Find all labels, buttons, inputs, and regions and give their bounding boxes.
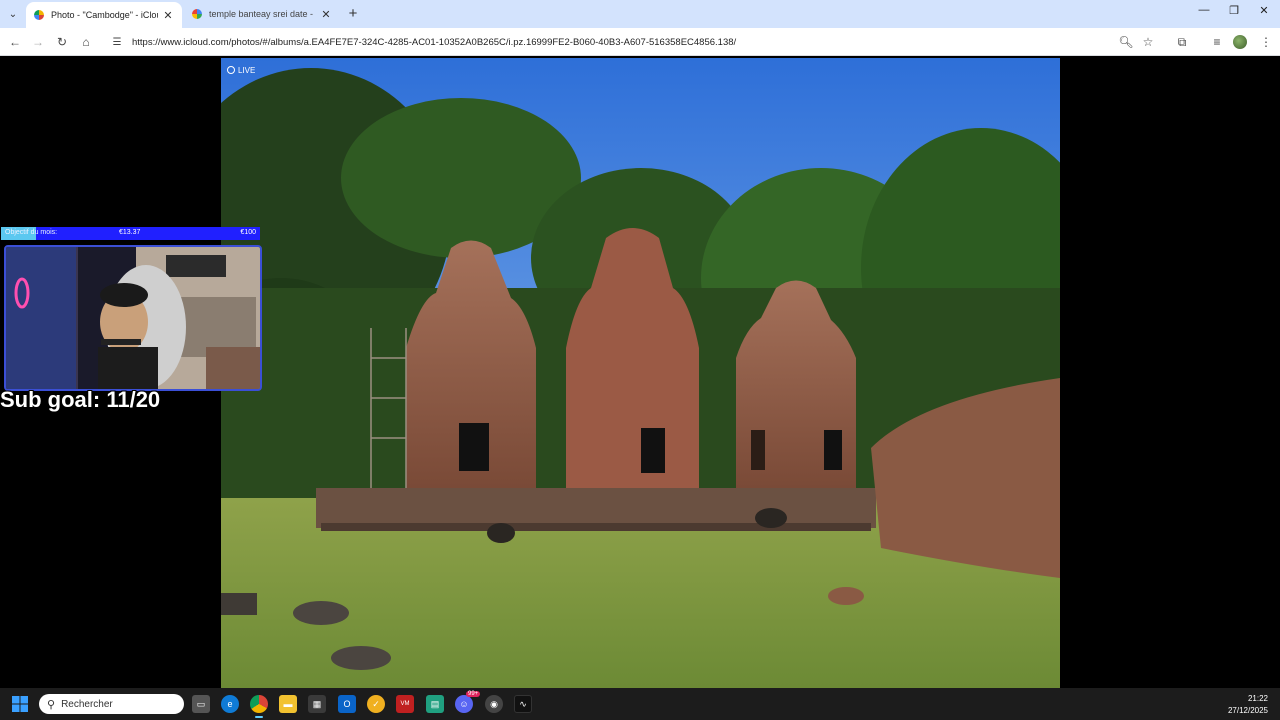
extensions-puzzle-icon[interactable]: ⧉ [1173, 33, 1191, 51]
restore-icon[interactable]: ❐ [1227, 4, 1241, 17]
clock-date: 27/12/2025 [1227, 706, 1268, 715]
tab-google-search[interactable]: temple banteay srei date - Rech ✕ [184, 2, 340, 26]
live-label: LIVE [238, 65, 256, 75]
goal-label: Objectif du mois: [5, 229, 58, 236]
clock-time: 21:22 [1247, 694, 1268, 703]
obs-studio-icon[interactable]: ◉ [485, 695, 503, 713]
icloud-photos-favicon-icon [34, 10, 44, 20]
edge-browser-icon[interactable]: e [221, 695, 239, 713]
reload-icon[interactable]: ↻ [53, 33, 71, 51]
streamlabs-icon[interactable]: ▤ [426, 695, 444, 713]
tab-icloud-photo[interactable]: Photo - "Cambodge" - iCloud P ✕ [26, 2, 182, 28]
media-controls-icon[interactable]: ≡ [1208, 33, 1226, 51]
live-ring-icon [227, 66, 235, 74]
close-tab-icon[interactable]: ✕ [162, 9, 174, 22]
taskbar-search-field[interactable]: ⚲ Rechercher [39, 694, 184, 714]
temple-photo[interactable] [221, 58, 1060, 688]
address-bar[interactable]: ☰ https://www.icloud.com/photos/#/albums… [104, 31, 1204, 53]
goal-current: €13.37 [119, 229, 141, 236]
discord-icon[interactable]: ☺ [455, 695, 473, 713]
tab-strip: ⌄ Photo - "Cambodge" - iCloud P ✕ temple… [0, 0, 1280, 28]
zoom-icon[interactable]: 🔍︎ [1117, 33, 1135, 51]
back-arrow-icon[interactable]: ← [6, 33, 24, 51]
menu-kebab-icon[interactable]: ⋮ [1257, 33, 1275, 51]
forward-arrow-icon[interactable]: → [29, 33, 47, 51]
taskbar-search-placeholder: Rechercher [61, 698, 113, 710]
windows-start-icon[interactable] [12, 696, 28, 712]
voicemeeter-icon[interactable]: VM [396, 695, 414, 713]
tab-title: Photo - "Cambodge" - iCloud P [51, 10, 158, 20]
browser-toolbar: ← → ↻ ⌂ ☰ https://www.icloud.com/photos/… [0, 28, 1280, 56]
microsoft-store-icon[interactable]: ▦ [308, 695, 326, 713]
file-explorer-icon[interactable]: ▬ [279, 695, 297, 713]
close-tab-icon[interactable]: ✕ [320, 8, 332, 21]
profile-avatar[interactable] [1233, 35, 1247, 49]
bookmark-star-icon[interactable]: ☆ [1139, 33, 1157, 51]
home-icon[interactable]: ⌂ [77, 33, 95, 51]
tab-title: temple banteay srei date - Rech [209, 9, 316, 19]
site-info-icon[interactable]: ☰ [110, 37, 124, 48]
live-photo-badge[interactable]: LIVE [227, 64, 255, 76]
close-window-icon[interactable]: ✕ [1257, 4, 1271, 17]
norton-icon[interactable]: ✓ [367, 695, 385, 713]
sub-goal-counter: Sub goal: 11/20 [0, 387, 161, 412]
address-url: https://www.icloud.com/photos/#/albums/a… [132, 36, 737, 48]
new-tab-plus-icon[interactable]: + [346, 5, 360, 22]
search-icon: ⚲ [47, 698, 56, 711]
task-view-icon[interactable]: ▭ [192, 695, 210, 713]
outlook-icon[interactable]: O [338, 695, 356, 713]
audio-waveform-app-icon[interactable]: ∿ [514, 695, 532, 713]
google-favicon-icon [192, 9, 202, 19]
chrome-icon[interactable] [250, 695, 268, 718]
donation-goal-bar: Objectif du mois: €13.37 €100 [1, 227, 260, 240]
webcam-overlay [4, 245, 262, 391]
windows-taskbar: ⚲ Rechercher ▭ e ▬ ▦ O ✓ VM ▤ ☺ 99+ ◉ ∿ … [0, 688, 1280, 720]
goal-target: €100 [240, 229, 256, 236]
minimize-icon[interactable]: — [1197, 4, 1211, 16]
system-clock[interactable]: 21:22 27/12/2025 [1228, 693, 1268, 717]
tab-search-chevron-icon[interactable]: ⌄ [4, 5, 22, 23]
discord-notification-badge: 99+ [466, 691, 481, 697]
